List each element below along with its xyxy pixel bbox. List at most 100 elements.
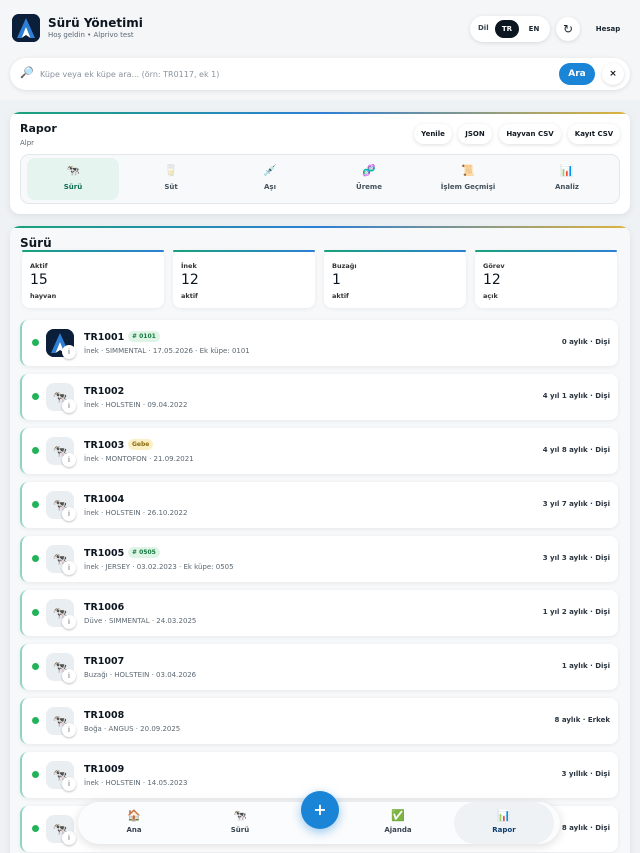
export-record-csv-button[interactable]: Kayıt CSV [568,124,620,144]
animal-row[interactable]: 🐄 i TR1008 Boğa · ANGUS · 20.09.2025 8 a… [20,698,618,744]
stat-label: Aktif [30,262,48,270]
animal-row[interactable]: i TR1001 # 0101 İnek · SIMMENTAL · 17.05… [20,320,618,366]
stat-value: 12 [181,272,199,288]
nav-herd[interactable]: 🐄 Sürü [190,802,290,844]
animal-age: 3 yıl 7 aylık · Dişi [542,500,610,508]
accent-line [10,226,630,228]
animal-tag-id: TR1007 [84,656,125,667]
nav-report[interactable]: 📊 Rapor [454,802,554,844]
tab-vaccine[interactable]: 💉 Aşı [224,158,316,200]
cow-icon: 🐄 [66,164,80,177]
accent-line [10,112,630,114]
language-label: Dil [478,24,489,32]
info-icon[interactable]: i [62,831,76,845]
app-logo [12,14,40,42]
animal-row[interactable]: 🐄 i TR1003 Gebe İnek · MONTOFON · 21.09.… [20,428,618,474]
animal-row[interactable]: 🐄 i TR1007 Buzağı · HOLSTEIN · 03.04.202… [20,644,618,690]
bar-chart-icon: 📊 [497,809,511,822]
export-animal-csv-button[interactable]: Hayvan CSV [499,124,561,144]
animal-age: 3 yıllık · Dişi [561,770,610,778]
info-icon[interactable]: i [62,669,76,683]
stat-cows: İnek 12 aktif [173,250,315,308]
animal-row[interactable]: 🐄 i TR1004 İnek · HOLSTEIN · 26.10.2022 … [20,482,618,528]
status-dot [32,555,39,562]
animal-age: 8 aylık · Dişi [561,824,610,832]
app-title: Sürü Yönetimi [48,16,143,30]
account-button[interactable]: Hesap [586,17,630,41]
stat-label: İnek [181,262,197,270]
animal-detail: İnek · SIMMENTAL · 17.05.2026 · Ek küpe:… [84,347,250,355]
clear-search-button[interactable]: × [602,63,624,85]
herd-title: Sürü [20,236,52,250]
tab-milk[interactable]: 🥛 Süt [125,158,217,200]
info-icon[interactable]: i [62,507,76,521]
stat-label: Buzağı [332,262,357,270]
animal-age: 8 aylık · Erkek [554,716,610,724]
tab-herd[interactable]: 🐄 Sürü [27,158,119,200]
tab-history[interactable]: 📜 İşlem Geçmişi [422,158,514,200]
animal-age: 0 aylık · Dişi [561,338,610,346]
report-subtitle: Alpr [20,139,35,147]
tab-label: Aşı [264,183,276,191]
report-title: Rapor [20,122,57,135]
herd-section: Sürü Aktif 15 hayvan İnek 12 aktif Buzağ… [10,226,630,853]
animal-detail: Düve · SIMMENTAL · 24.03.2025 [84,617,197,625]
animal-tag-id: TR1003 [84,440,125,451]
nav-label: Rapor [492,826,516,834]
status-dot [32,447,39,454]
stat-active: Aktif 15 hayvan [22,250,164,308]
export-json-button[interactable]: JSON [458,124,492,144]
animal-row[interactable]: 🐄 i TR1006 Düve · SIMMENTAL · 24.03.2025… [20,590,618,636]
info-icon[interactable]: i [62,615,76,629]
stat-value: 12 [483,272,501,288]
animal-age: 3 yıl 3 aylık · Dişi [542,554,610,562]
search-input[interactable] [40,65,550,83]
animal-tag-id: TR1004 [84,494,125,505]
info-icon[interactable]: i [62,723,76,737]
lang-tr-button[interactable]: TR [495,20,519,38]
tab-label: Analiz [555,183,579,191]
dna-icon: 🧬 [362,164,376,177]
animal-detail: İnek · HOLSTEIN · 26.10.2022 [84,509,188,517]
tab-label: Süt [164,183,178,191]
info-icon[interactable]: i [62,777,76,791]
milk-icon: 🥛 [164,164,178,177]
animal-detail: Buzağı · HOLSTEIN · 03.04.2026 [84,671,197,679]
animal-detail: İnek · HOLSTEIN · 09.04.2022 [84,401,188,409]
nav-label: Ajanda [384,826,412,834]
stat-unit: aktif [332,292,349,300]
status-dot [32,771,39,778]
language-switcher: Dil TR EN [470,16,550,42]
animal-tag-id: TR1008 [84,710,125,721]
animal-age: 4 yıl 8 aylık · Dişi [542,446,610,454]
nav-home[interactable]: 🏠 Ana [84,802,184,844]
refresh-report-button[interactable]: Yenile [414,124,452,144]
status-dot [32,609,39,616]
nav-agenda[interactable]: ✅ Ajanda [348,802,448,844]
info-icon[interactable]: i [62,561,76,575]
ear-tag-badge: # 0101 [128,331,160,342]
search-button[interactable]: Ara [559,63,595,85]
search-bar: 🔎 Ara × [10,58,630,90]
animal-age: 4 yıl 1 aylık · Dişi [542,392,610,400]
stat-calves: Buzağı 1 aktif [324,250,466,308]
report-tabs: 🐄 Sürü 🥛 Süt 💉 Aşı 🧬 Üreme 📜 İşlem Geçmi… [20,154,620,204]
info-icon[interactable]: i [62,399,76,413]
cow-icon: 🐄 [233,809,247,822]
lang-en-button[interactable]: EN [523,20,545,38]
refresh-icon[interactable]: ↻ [556,17,580,41]
tab-breeding[interactable]: 🧬 Üreme [323,158,415,200]
animal-row[interactable]: 🐄 i TR1005 # 0505 İnek · JERSEY · 03.02.… [20,536,618,582]
add-button[interactable]: + [301,791,339,829]
animal-age: 1 yıl 2 aylık · Dişi [542,608,610,616]
info-icon[interactable]: i [62,345,76,359]
tab-analysis[interactable]: 📊 Analiz [521,158,613,200]
welcome-text: Hoş geldin • Alprivo test [48,31,134,39]
info-icon[interactable]: i [62,453,76,467]
animal-tag-id: TR1005 [84,548,125,559]
status-dot [32,393,39,400]
home-icon: 🏠 [127,809,141,822]
report-card: Rapor Alpr Yenile JSON Hayvan CSV Kayıt … [10,112,630,214]
animal-row[interactable]: 🐄 i TR1002 İnek · HOLSTEIN · 09.04.2022 … [20,374,618,420]
checkbox-icon: ✅ [391,809,405,822]
